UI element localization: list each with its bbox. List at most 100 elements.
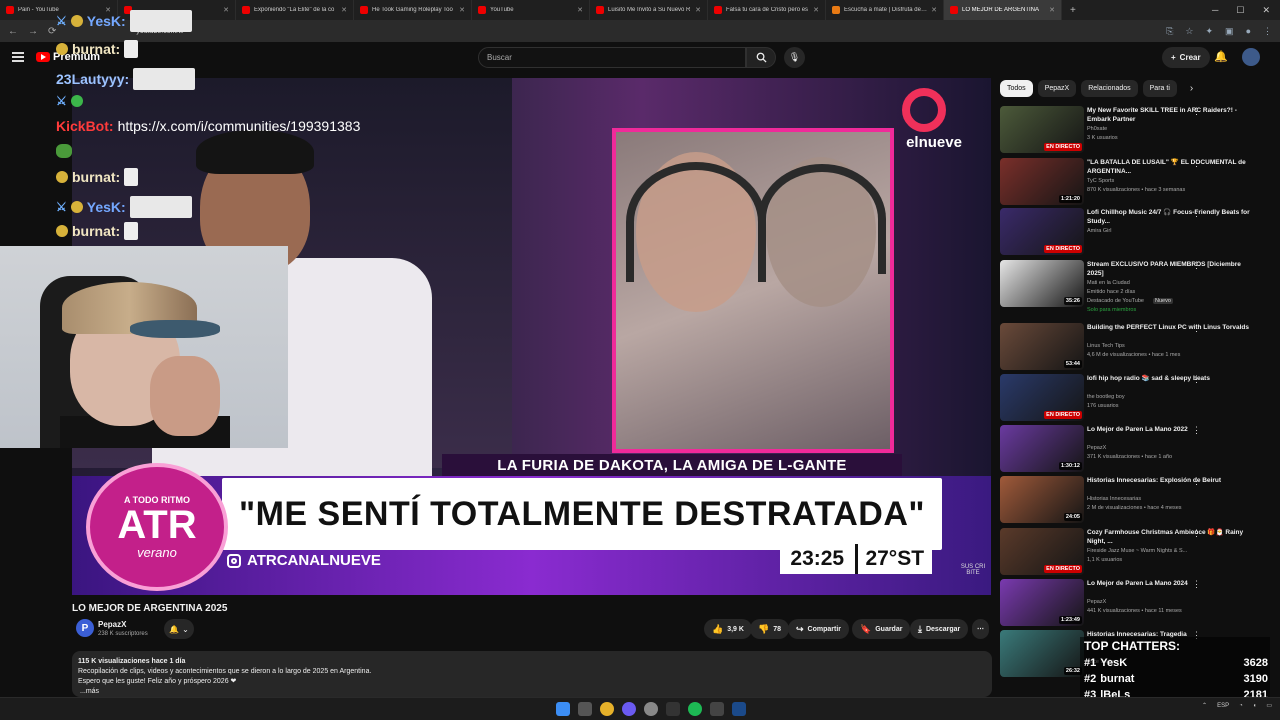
spotify-icon[interactable] [688, 702, 702, 716]
close-window-icon[interactable]: ✕ [1262, 5, 1270, 16]
create-button[interactable]: + Crear [1162, 47, 1210, 68]
profile-icon[interactable]: ● [1246, 26, 1251, 37]
recommended-channel[interactable]: PepazX [1087, 599, 1106, 605]
recommended-video[interactable]: 53:44 Building the PERFECT Linux PC with … [1000, 323, 1270, 371]
channel-avatar[interactable]: P [76, 619, 94, 637]
volume-icon[interactable]: ◖ [1253, 703, 1257, 709]
notification-center-icon[interactable]: ▭ [1266, 702, 1272, 709]
new-tab-button[interactable]: + [1062, 5, 1084, 16]
more-options-icon[interactable]: ⋮ [1192, 323, 1201, 334]
video-thumbnail[interactable]: 35:26 [1000, 260, 1084, 307]
recommended-title[interactable]: My New Favorite SKILL TREE in ARC Raider… [1087, 106, 1257, 124]
discord-icon[interactable] [622, 702, 636, 716]
tab-close-icon[interactable]: ✕ [813, 6, 819, 14]
chrome-icon[interactable] [600, 702, 614, 716]
install-icon[interactable]: ⎘ [1166, 26, 1173, 37]
obs-icon[interactable] [644, 702, 658, 716]
browser-tab[interactable]: Escucha a mate | Disfruta de la ✕ [826, 0, 944, 20]
wifi-icon[interactable]: ◔ [1239, 703, 1243, 709]
description-box[interactable]: 115 K visualizaciones hace 1 día Recopil… [72, 651, 992, 697]
tab-close-icon[interactable]: ✕ [459, 6, 465, 14]
recommended-title[interactable]: Building the PERFECT Linux PC with Linus… [1087, 323, 1257, 332]
more-options-icon[interactable]: ⋮ [1192, 208, 1201, 219]
tab-close-icon[interactable]: ✕ [695, 6, 701, 14]
more-options-icon[interactable]: ⋮ [1192, 260, 1201, 271]
tab-close-icon[interactable]: ✕ [1049, 6, 1055, 14]
steam-icon[interactable] [732, 702, 746, 716]
video-thumbnail[interactable]: EN DIRECTO [1000, 106, 1084, 153]
recommended-title[interactable]: Lofi Chillhop Music 24/7 🎧 Focus-Friendl… [1087, 208, 1257, 226]
search-input[interactable]: Buscar [478, 47, 746, 68]
more-options-icon[interactable]: ⋮ [1192, 106, 1201, 117]
windows-start-icon[interactable] [556, 702, 570, 716]
recommended-title[interactable]: Lo Mejor de Paren La Mano 2022 [1087, 425, 1257, 434]
extension-icon[interactable]: ✦ [1206, 26, 1214, 37]
more-options-icon[interactable]: ⋮ [1192, 528, 1201, 539]
download-button[interactable]: ⤓ Descargar [910, 619, 969, 639]
browser-tab[interactable]: Falsa tu cara de Cristo pero es ✕ [708, 0, 826, 20]
video-thumbnail[interactable]: 1:21:20 [1000, 158, 1084, 205]
back-icon[interactable]: ← [8, 26, 18, 37]
recommended-channel[interactable]: Mati en la Ciudad [1087, 280, 1130, 286]
browser-tab[interactable]: LO MEJOR DE ARGENTINA ✕ [944, 0, 1062, 20]
channel-name[interactable]: PepazX [98, 620, 126, 629]
recommended-video[interactable]: 24:05 Historias Innecesarias: Explosión d… [1000, 476, 1270, 524]
recommended-video[interactable]: EN DIRECTO lofi hip hop radio 📚 sad & sle… [1000, 374, 1270, 422]
filter-chip[interactable]: Todos [1000, 80, 1033, 97]
filter-chip[interactable]: Para ti [1142, 80, 1177, 97]
recommended-title[interactable]: Historias Innecesarias: Explosión de Bei… [1087, 476, 1257, 485]
recommended-title[interactable]: Cozy Farmhouse Christmas Ambience 🎁🎅 Rai… [1087, 528, 1257, 546]
recommended-channel[interactable]: Historias Innecesarias [1087, 496, 1141, 502]
browser-tab[interactable]: Luisito Me Invitó a Su Nuevo R ✕ [590, 0, 708, 20]
search-button[interactable] [746, 47, 776, 68]
recommended-video[interactable]: 1:21:20 "LA BATALLA DE LUSAIL" 🏆 EL DOCUM… [1000, 158, 1270, 206]
recommended-video[interactable]: EN DIRECTO My New Favorite SKILL TREE in … [1000, 106, 1270, 154]
epic-games-icon[interactable] [666, 702, 680, 716]
recommended-video[interactable]: 1:23:49 Lo Mejor de Paren La Mano 2024 Pep… [1000, 579, 1270, 627]
more-options-icon[interactable]: ⋮ [1192, 425, 1201, 436]
subscription-bell-button[interactable]: 🔔 ⌄ [164, 619, 194, 639]
video-thumbnail[interactable]: 1:23:49 [1000, 579, 1084, 626]
recommended-video[interactable]: EN DIRECTO Lofi Chillhop Music 24/7 🎧 Foc… [1000, 208, 1270, 256]
video-thumbnail[interactable]: 24:05 [1000, 476, 1084, 523]
video-thumbnail[interactable]: EN DIRECTO [1000, 528, 1084, 575]
maximize-icon[interactable]: ☐ [1236, 5, 1244, 16]
chevron-right-icon[interactable]: › [1190, 83, 1193, 94]
notifications-bell-icon[interactable]: 🔔 [1214, 50, 1228, 63]
bookmark-star-icon[interactable]: ☆ [1185, 26, 1193, 37]
filter-chip[interactable]: Relacionados [1081, 80, 1138, 97]
tab-close-icon[interactable]: ✕ [931, 6, 937, 14]
file-explorer-icon[interactable] [578, 702, 592, 716]
puzzle-icon[interactable]: ▣ [1225, 26, 1234, 37]
recommended-video[interactable]: 1:30:12 Lo Mejor de Paren La Mano 2022 Pep… [1000, 425, 1270, 473]
recommended-channel[interactable]: PepazX [1087, 445, 1106, 451]
recommended-video[interactable]: 35:26 Stream EXCLUSIVO PARA MIEMBROS [Dic… [1000, 260, 1270, 313]
app-icon[interactable] [710, 702, 724, 716]
like-button[interactable]: 👍 3,9 K [704, 619, 752, 639]
subscribe-watermark[interactable]: SUS CRI BITE [960, 564, 986, 576]
browser-tab[interactable]: YouTube ✕ [472, 0, 590, 20]
account-avatar[interactable] [1242, 48, 1260, 66]
recommended-title[interactable]: Lo Mejor de Paren La Mano 2024 [1087, 579, 1257, 588]
recommended-channel[interactable]: TyC Sports [1087, 178, 1114, 184]
tray-up-arrow-icon[interactable]: ⌃ [1202, 702, 1207, 709]
more-options-icon[interactable]: ⋮ [1192, 579, 1201, 590]
recommended-channel[interactable]: the bootleg boy [1087, 394, 1125, 400]
more-options-icon[interactable]: ⋮ [1192, 476, 1201, 487]
show-more-link[interactable]: ...más [78, 687, 986, 697]
recommended-channel[interactable]: Linus Tech Tips [1087, 343, 1125, 349]
video-thumbnail[interactable]: 1:30:12 [1000, 425, 1084, 472]
minimize-icon[interactable]: ─ [1212, 5, 1218, 16]
recommended-title[interactable]: Stream EXCLUSIVO PARA MIEMBROS [Diciembr… [1087, 260, 1257, 278]
voice-search-icon[interactable]: 🎙 [784, 47, 805, 68]
recommended-channel[interactable]: Amira Girl [1087, 228, 1111, 234]
save-button[interactable]: 🔖 Guardar [852, 619, 911, 639]
forward-icon[interactable]: → [28, 26, 38, 37]
video-thumbnail[interactable]: EN DIRECTO [1000, 208, 1084, 255]
recommended-title[interactable]: lofi hip hop radio 📚 sad & sleepy beats [1087, 374, 1257, 383]
recommended-channel[interactable]: Ph0xate [1087, 126, 1107, 132]
language-indicator[interactable]: ESP [1217, 703, 1229, 709]
recommended-video[interactable]: EN DIRECTO Cozy Farmhouse Christmas Ambie… [1000, 528, 1270, 576]
dislike-button[interactable]: 👎 78 [750, 619, 790, 639]
browser-menu-icon[interactable]: ⋮ [1263, 26, 1272, 37]
